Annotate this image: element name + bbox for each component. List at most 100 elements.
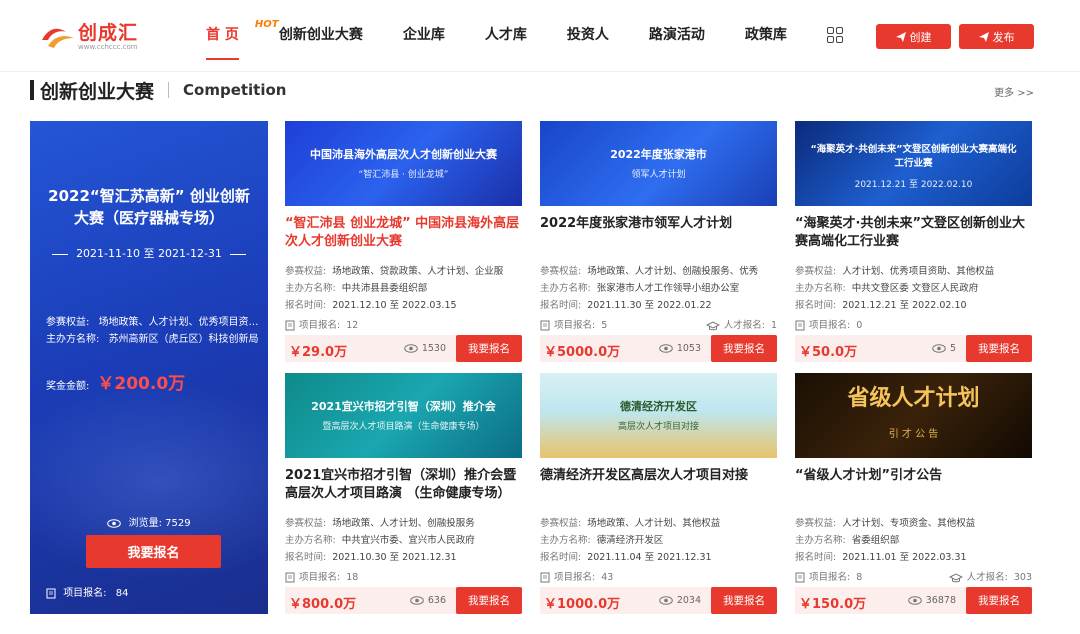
views-value: 1530: [421, 343, 446, 354]
card-image[interactable]: “海聚英才·共创未来”文登区创新创业大赛高端化工行业赛 2021.12.21 至 …: [795, 121, 1032, 206]
card-signup-stats: 项目报名: 8 人才报名: 303: [795, 569, 1032, 583]
talent-signup-value: 303: [1013, 572, 1032, 583]
more-link[interactable]: 更多 >>: [994, 84, 1034, 99]
card-title[interactable]: 德清经济开发区高层次人才项目对接: [540, 467, 777, 485]
competition-card[interactable]: 2022年度张家港市 领军人才计划 2022年度张家港市领军人才计划 参赛权益: 场地政…: [540, 121, 777, 363]
competition-card[interactable]: 德清经济开发区 高层次人才项目对接 德清经济开发区高层次人才项目对接 参赛权益: 场地政…: [540, 373, 777, 615]
logo-url: www.cchccc.com: [78, 43, 138, 51]
card-time: 报名时间: 2021.12.21 至 2022.02.10: [795, 297, 1032, 311]
signup-button[interactable]: 我要报名: [456, 335, 522, 362]
card-footer: ￥1000.0万 2034 我要报名: [540, 587, 777, 614]
create-button[interactable]: 创建: [876, 24, 951, 49]
signup-button[interactable]: 我要报名: [456, 587, 522, 614]
views-value: 636: [427, 595, 446, 606]
section-bar: [30, 80, 34, 100]
competition-card[interactable]: “海聚英才·共创未来”文登区创新创业大赛高端化工行业赛 2021.12.21 至 …: [795, 121, 1032, 363]
card-views: 36878: [907, 595, 956, 606]
talent-signup-value: 1: [770, 320, 777, 331]
organizer-value: 张家港市人才工作领导小组办公室: [596, 283, 740, 294]
card-prize: ￥800.0万: [289, 597, 357, 612]
card-prize: ￥1000.0万: [544, 597, 621, 612]
card-title[interactable]: 2021宜兴市招才引智（深圳）推介会暨高层次人才项目路演 （生命健康专场）: [285, 467, 522, 503]
featured-organizer-value: 苏州高新区（虎丘区）科技创新局: [108, 334, 259, 345]
featured-organizer: 主办方名称: 苏州高新区（虎丘区）科技创新局: [46, 330, 260, 345]
nav-home[interactable]: 首 页: [206, 22, 239, 60]
featured-benefits: 参赛权益: 场地政策、人才计划、优秀项目资…: [46, 313, 260, 328]
nav-enterprises[interactable]: 企业库: [403, 22, 445, 48]
views-value: 36878: [925, 595, 956, 606]
card-benefits: 参赛权益: 人才计划、专项资金、其他权益: [795, 515, 1032, 529]
signup-button[interactable]: 我要报名: [711, 587, 777, 614]
time-value: 2021.11.01 至 2022.03.31: [842, 552, 967, 563]
card-views: 2034: [659, 595, 701, 606]
featured-benefits-label: 参赛权益:: [46, 317, 90, 328]
organizer-value: 德清经济开发区: [596, 535, 664, 546]
project-signup-label: 项目报名:: [299, 572, 341, 583]
time-label: 报名时间:: [285, 552, 327, 563]
card-image-title: 2022年度张家港市: [610, 148, 707, 161]
card-image[interactable]: 中国沛县海外高层次人才创新创业大赛 “智汇沛县 · 创业龙城”: [285, 121, 522, 206]
card-title[interactable]: 2022年度张家港市领军人才计划: [540, 215, 777, 233]
views-value: 2034: [676, 595, 701, 606]
card-time: 报名时间: 2021.10.30 至 2021.12.31: [285, 549, 522, 563]
document-icon: [285, 572, 295, 583]
nav-roadshows[interactable]: 路演活动: [649, 22, 705, 48]
card-image-title: “海聚英才·共创未来”文登区创新创业大赛高端化工行业赛: [810, 144, 1017, 169]
document-icon: [540, 572, 550, 583]
card-image[interactable]: 2021宜兴市招才引智（深圳）推介会 暨高层次人才项目路演（生命健康专场）: [285, 373, 522, 458]
card-views: 5: [932, 343, 956, 354]
time-value: 2021.12.10 至 2022.03.15: [332, 300, 457, 311]
project-signup-label: 项目报名:: [809, 320, 851, 331]
card-organizer: 主办方名称: 德清经济开发区: [540, 532, 777, 546]
card-time: 报名时间: 2021.11.30 至 2022.01.22: [540, 297, 777, 311]
publish-label: 发布: [992, 30, 1015, 44]
nav-investors[interactable]: 投资人: [567, 22, 609, 48]
benefits-label: 参赛权益:: [540, 266, 582, 277]
featured-title: 2022“智汇苏高新” 创业创新大赛（医疗器械专场）: [48, 187, 250, 227]
competition-card[interactable]: 省级人才计划引 才 公 告 “省级人才计划”引才公告参赛权益: 人才计划、专项资金、…: [795, 373, 1032, 615]
card-image-title: 省级人才计划: [847, 386, 980, 411]
card-image[interactable]: 2022年度张家港市 领军人才计划: [540, 121, 777, 206]
featured-signup-value: 84: [115, 588, 129, 599]
time-value: 2021.10.30 至 2021.12.31: [332, 552, 457, 563]
card-image[interactable]: 德清经济开发区 高层次人才项目对接: [540, 373, 777, 458]
document-icon: [46, 588, 56, 598]
publish-button[interactable]: 发布: [959, 24, 1034, 49]
benefits-value: 场地政策、人才计划、创融投服务: [332, 518, 475, 529]
organizer-value: 省委组织部: [851, 535, 900, 546]
nav-policies[interactable]: 政策库: [745, 22, 787, 48]
project-signup-label: 项目报名:: [809, 572, 851, 583]
apps-grid-icon[interactable]: [826, 27, 843, 43]
card-title[interactable]: “省级人才计划”引才公告: [795, 467, 1032, 485]
card-image[interactable]: 省级人才计划引 才 公 告: [795, 373, 1032, 458]
card-time: 报名时间: 2021.11.04 至 2021.12.31: [540, 549, 777, 563]
eye-icon: [410, 596, 424, 605]
card-organizer: 主办方名称: 张家港市人才工作领导小组办公室: [540, 280, 777, 294]
benefits-value: 场地政策、人才计划、其他权益: [587, 518, 721, 529]
card-signup-stats: 项目报名: 12: [285, 317, 522, 331]
signup-button[interactable]: 我要报名: [711, 335, 777, 362]
competition-card[interactable]: 2021宜兴市招才引智（深圳）推介会 暨高层次人才项目路演（生命健康专场） 2021…: [285, 373, 522, 615]
time-label: 报名时间:: [540, 300, 582, 311]
signup-button[interactable]: 我要报名: [966, 587, 1032, 614]
card-title[interactable]: “海聚英才·共创未来”文登区创新创业大赛高端化工行业赛: [795, 215, 1032, 251]
organizer-label: 主办方名称:: [285, 283, 336, 294]
card-image-subtitle: 引 才 公 告: [888, 429, 939, 440]
card-footer: ￥29.0万 1530 我要报名: [285, 335, 522, 362]
site-logo[interactable]: 创成汇 www.cchccc.com: [40, 20, 138, 54]
card-benefits: 参赛权益: 场地政策、人才计划、创融投服务: [285, 515, 522, 529]
organizer-label: 主办方名称:: [540, 283, 591, 294]
signup-button[interactable]: 我要报名: [966, 335, 1032, 362]
nav-competition[interactable]: HOT 创新创业大赛: [255, 19, 363, 48]
competition-card[interactable]: 中国沛县海外高层次人才创新创业大赛 “智汇沛县 · 创业龙城” “智汇沛县 创业龙城…: [285, 121, 522, 363]
featured-signup-button[interactable]: 我要报名: [86, 535, 221, 568]
nav-talents[interactable]: 人才库: [485, 22, 527, 48]
project-signup: 项目报名: 18: [285, 569, 358, 583]
time-value: 2021.12.21 至 2022.02.10: [842, 300, 967, 311]
graduation-cap-icon: [705, 320, 720, 330]
card-title[interactable]: “智汇沛县 创业龙城” 中国沛县海外高层次人才创新创业大赛: [285, 215, 522, 251]
send-icon: [978, 31, 989, 42]
card-time: 报名时间: 2021.11.01 至 2022.03.31: [795, 549, 1032, 563]
eye-icon: [932, 344, 946, 353]
featured-competition-card[interactable]: 2022“智汇苏高新” 创业创新大赛（医疗器械专场） 2021-11-10 至 …: [30, 121, 268, 614]
